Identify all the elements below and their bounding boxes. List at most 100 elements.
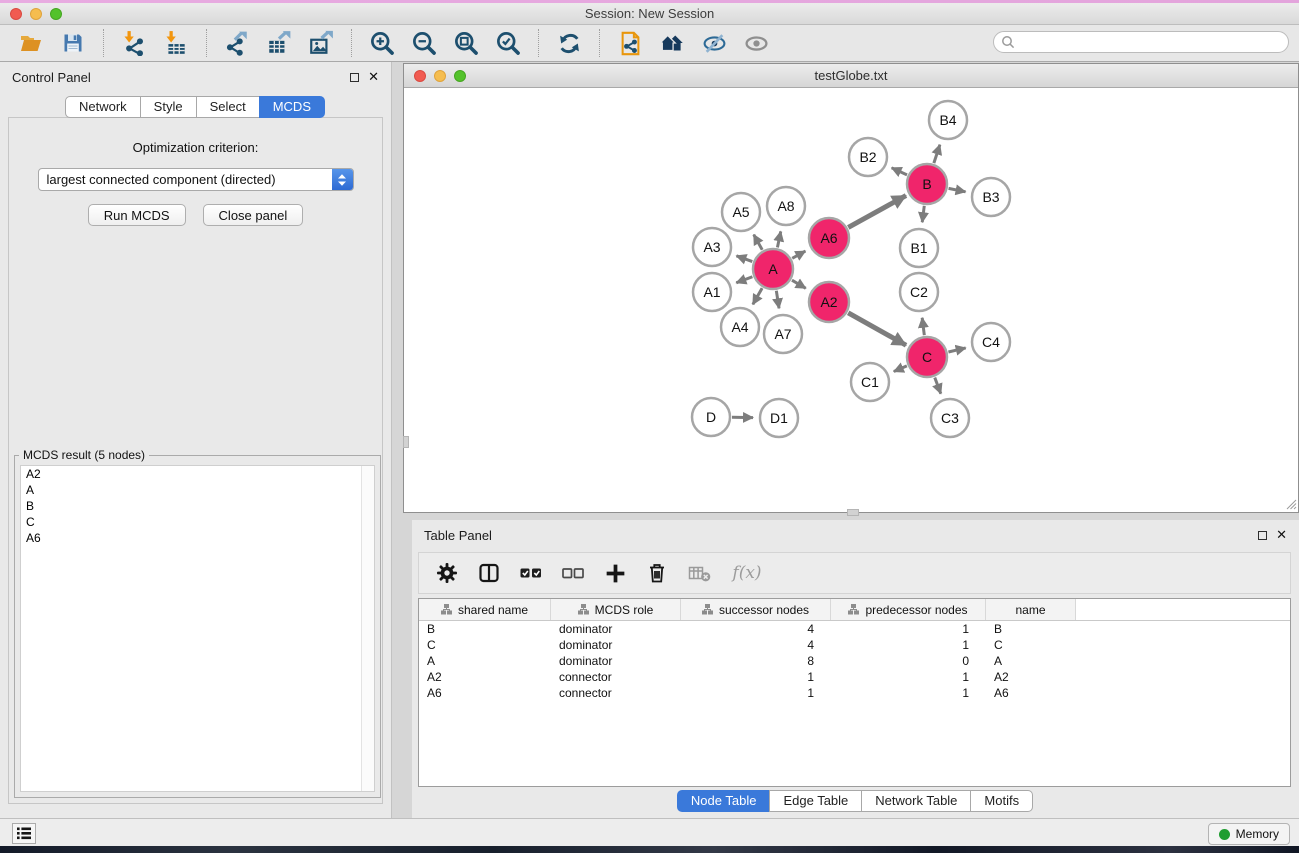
- node-B4[interactable]: B4: [929, 101, 967, 139]
- edge-A-A1[interactable]: [736, 277, 752, 283]
- function-builder-button[interactable]: f(x): [725, 556, 769, 590]
- result-item[interactable]: C: [21, 514, 374, 530]
- node-A[interactable]: A: [753, 249, 793, 289]
- table-row[interactable]: Bdominator41B: [419, 621, 1290, 637]
- node-A2[interactable]: A2: [809, 282, 849, 322]
- edge-A-A7[interactable]: [776, 291, 779, 309]
- optimization-criterion-dropdown[interactable]: largest connected component (directed): [38, 168, 354, 191]
- table-row[interactable]: Adominator80A: [419, 653, 1290, 669]
- node-C3[interactable]: C3: [931, 399, 969, 437]
- memory-button[interactable]: Memory: [1208, 823, 1290, 845]
- bottom-splitter-handle[interactable]: [847, 509, 859, 516]
- node-C1[interactable]: C1: [851, 363, 889, 401]
- delete-table-button[interactable]: [683, 556, 715, 590]
- column-header-shared-name[interactable]: shared name: [419, 599, 551, 620]
- tab-mcds[interactable]: MCDS: [259, 96, 325, 118]
- import-network-button[interactable]: [117, 27, 151, 59]
- zoom-selected-button[interactable]: [491, 27, 525, 59]
- node-C2[interactable]: C2: [900, 273, 938, 311]
- edge-A-A3[interactable]: [736, 256, 752, 262]
- resize-grip-icon[interactable]: [1285, 498, 1297, 510]
- node-A7[interactable]: A7: [764, 315, 802, 353]
- edge-A-A5[interactable]: [754, 235, 763, 250]
- result-scrollbar[interactable]: [361, 466, 374, 791]
- search-input[interactable]: [1019, 33, 1288, 51]
- add-row-button[interactable]: [599, 556, 631, 590]
- edge-A-A8[interactable]: [777, 231, 780, 247]
- node-B[interactable]: B: [907, 164, 947, 204]
- node-A3[interactable]: A3: [693, 228, 731, 266]
- show-panels-button[interactable]: [12, 823, 36, 844]
- table-row[interactable]: Cdominator41C: [419, 637, 1290, 653]
- show-all-button[interactable]: [739, 27, 773, 59]
- table-settings-button[interactable]: [431, 556, 463, 590]
- result-item[interactable]: B: [21, 498, 374, 514]
- node-A1[interactable]: A1: [693, 273, 731, 311]
- tab-style[interactable]: Style: [140, 96, 197, 118]
- edge-A-A2[interactable]: [792, 280, 806, 288]
- node-A5[interactable]: A5: [722, 193, 760, 231]
- hide-selected-button[interactable]: [697, 27, 731, 59]
- export-table-button[interactable]: [262, 27, 296, 59]
- close-table-panel-icon[interactable]: ✕: [1276, 530, 1287, 540]
- edge-B-B3[interactable]: [949, 188, 966, 191]
- tab-network-table[interactable]: Network Table: [861, 790, 971, 812]
- zoom-out-button[interactable]: [407, 27, 441, 59]
- column-header-name[interactable]: name: [986, 599, 1076, 620]
- close-panel-button[interactable]: Close panel: [203, 204, 304, 226]
- delete-row-button[interactable]: [641, 556, 673, 590]
- node-B3[interactable]: B3: [972, 178, 1010, 216]
- save-session-button[interactable]: [56, 27, 90, 59]
- node-C4[interactable]: C4: [972, 323, 1010, 361]
- table-row[interactable]: A2connector11A2: [419, 669, 1290, 685]
- result-item[interactable]: A6: [21, 530, 374, 546]
- open-session-button[interactable]: [14, 27, 48, 59]
- node-B1[interactable]: B1: [900, 229, 938, 267]
- deselect-all-button[interactable]: [557, 556, 589, 590]
- tab-select[interactable]: Select: [196, 96, 260, 118]
- first-neighbors-button[interactable]: [655, 27, 689, 59]
- network-canvas[interactable]: AA1A2A3A4A5A6A7A8BB1B2B3B4CC1C2C3C4DD1: [404, 88, 1298, 511]
- result-item[interactable]: A: [21, 482, 374, 498]
- select-all-button[interactable]: [515, 556, 547, 590]
- edge-A-A6[interactable]: [792, 251, 805, 258]
- edge-A-A4[interactable]: [753, 288, 762, 304]
- node-C[interactable]: C: [907, 337, 947, 377]
- show-column-button[interactable]: [473, 556, 505, 590]
- node-A6[interactable]: A6: [809, 218, 849, 258]
- edge-B-B4[interactable]: [934, 145, 940, 163]
- float-panel-icon[interactable]: [350, 73, 359, 82]
- float-table-panel-icon[interactable]: [1258, 531, 1267, 540]
- tab-node-table[interactable]: Node Table: [677, 790, 771, 812]
- edge-C-C4[interactable]: [948, 348, 965, 352]
- new-network-from-selection-button[interactable]: [613, 27, 647, 59]
- edge-B-B2[interactable]: [892, 168, 907, 175]
- zoom-in-button[interactable]: [365, 27, 399, 59]
- table-row[interactable]: A6connector11A6: [419, 685, 1290, 701]
- tab-network[interactable]: Network: [65, 96, 141, 118]
- edge-B-B1[interactable]: [922, 206, 924, 222]
- edge-A6-B[interactable]: [848, 196, 906, 228]
- network-window-titlebar[interactable]: testGlobe.txt: [404, 64, 1298, 88]
- node-A4[interactable]: A4: [721, 308, 759, 346]
- import-table-button[interactable]: [159, 27, 193, 59]
- run-mcds-button[interactable]: Run MCDS: [88, 204, 186, 226]
- left-splitter-handle[interactable]: [403, 436, 409, 448]
- export-network-button[interactable]: [220, 27, 254, 59]
- edge-A2-C[interactable]: [848, 313, 906, 345]
- edge-C-C2[interactable]: [922, 318, 924, 335]
- zoom-fit-button[interactable]: [449, 27, 483, 59]
- column-header-MCDS-role[interactable]: MCDS role: [551, 599, 681, 620]
- refresh-layout-button[interactable]: [552, 27, 586, 59]
- tab-motifs[interactable]: Motifs: [970, 790, 1033, 812]
- tab-edge-table[interactable]: Edge Table: [769, 790, 862, 812]
- result-item[interactable]: A2: [21, 466, 374, 482]
- export-image-button[interactable]: [304, 27, 338, 59]
- node-D[interactable]: D: [692, 398, 730, 436]
- column-header-successor-nodes[interactable]: successor nodes: [681, 599, 831, 620]
- edge-C-C3[interactable]: [935, 378, 941, 394]
- node-D1[interactable]: D1: [760, 399, 798, 437]
- node-B2[interactable]: B2: [849, 138, 887, 176]
- column-header-predecessor-nodes[interactable]: predecessor nodes: [831, 599, 986, 620]
- close-panel-icon[interactable]: ✕: [368, 72, 379, 82]
